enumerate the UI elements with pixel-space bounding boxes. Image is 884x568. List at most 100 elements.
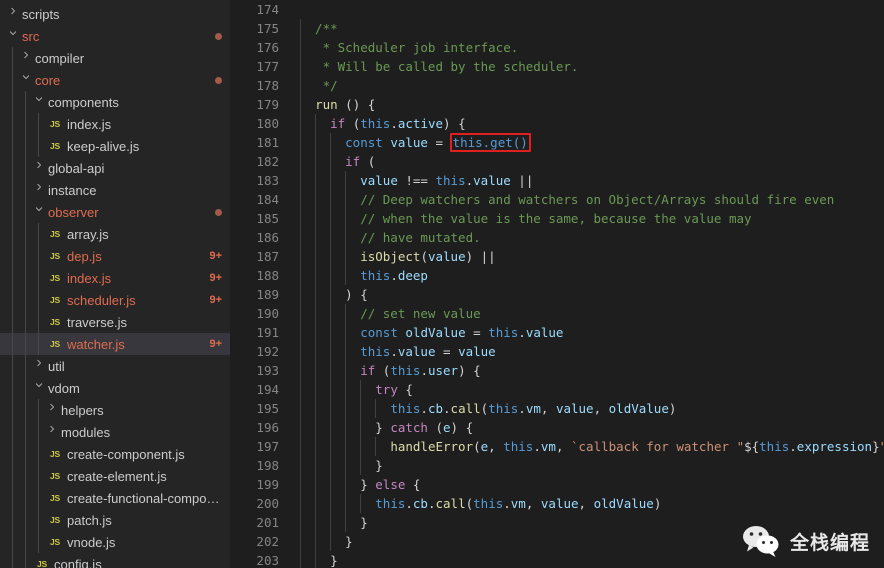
code-token: =	[435, 344, 459, 359]
chevron-down-icon[interactable]	[21, 72, 33, 88]
tree-file-scheduler-js[interactable]: JS scheduler.js 9+	[0, 289, 230, 311]
code-line[interactable]: // when the value is the same, because t…	[300, 209, 884, 228]
code-line[interactable]: this.value = value	[300, 342, 884, 361]
code-line[interactable]: this.cb.call(this.vm, value, oldValue)	[300, 399, 884, 418]
chevron-right-icon[interactable]	[34, 182, 46, 198]
chevron-right-icon[interactable]	[47, 424, 59, 440]
code-line[interactable]: handleError(e, this.vm, `callback for wa…	[300, 437, 884, 456]
tree-folder-util[interactable]: util	[0, 355, 230, 377]
tree-file-watcher-js[interactable]: JS watcher.js 9+	[0, 333, 230, 355]
tree-folder-compiler[interactable]: compiler	[0, 47, 230, 69]
chevron-down-icon[interactable]	[34, 380, 46, 396]
code-line[interactable]: /**	[300, 19, 884, 38]
tree-folder-observer[interactable]: observer	[0, 201, 230, 223]
code-token: ,	[593, 401, 609, 416]
code-line[interactable]: * Scheduler job interface.	[300, 38, 884, 57]
chevron-right-icon[interactable]	[21, 50, 33, 66]
tree-folder-scripts[interactable]: scripts	[0, 3, 230, 25]
chevron-right-icon[interactable]	[47, 402, 59, 418]
tree-folder-core[interactable]: core	[0, 69, 230, 91]
code-line[interactable]: */	[300, 76, 884, 95]
fold-gutter[interactable]	[288, 0, 300, 568]
tree-file-create-component-js[interactable]: JS create-component.js	[0, 443, 230, 465]
code-token: cb	[412, 496, 428, 511]
tree-file-index-js[interactable]: JS index.js	[0, 113, 230, 135]
code-line[interactable]: if (	[300, 152, 884, 171]
code-area[interactable]: 174 175 176 177 178 179 180 181 182 183 184 185 186 1…	[230, 0, 884, 568]
code-token: if	[360, 363, 376, 378]
code-token: }	[300, 420, 391, 435]
code-token: `callback for watcher "	[571, 439, 745, 454]
code-line[interactable]: } catch (e) {	[300, 418, 884, 437]
code-line[interactable]: }	[300, 551, 884, 568]
tree-folder-modules[interactable]: modules	[0, 421, 230, 443]
code-token: ,	[540, 401, 556, 416]
tree-item-change-badge: 9+	[209, 338, 222, 350]
tree-item-label: config.js	[54, 556, 102, 568]
code-line-text: }	[300, 534, 353, 549]
chevron-down-icon[interactable]	[34, 204, 46, 220]
line-number: 186	[256, 230, 279, 245]
code-line[interactable]: this.cb.call(this.vm, value, oldValue)	[300, 494, 884, 513]
code-line-text: value !== this.value ||	[300, 173, 533, 188]
line-number: 195	[256, 401, 279, 416]
tree-item-label: vdom	[48, 380, 80, 396]
code-line[interactable]	[300, 0, 884, 19]
code-line[interactable]: ) {	[300, 285, 884, 304]
code-line[interactable]: // Deep watchers and watchers on Object/…	[300, 190, 884, 209]
code-line-text: try {	[300, 382, 413, 397]
code-line[interactable]: const value = this.get()	[300, 133, 884, 152]
code-editor[interactable]: 174 175 176 177 178 179 180 181 182 183 184 185 186 1…	[230, 0, 884, 568]
code-line[interactable]: }	[300, 513, 884, 532]
code-token: ,	[578, 496, 594, 511]
code-token: value	[427, 249, 466, 264]
tree-folder-instance[interactable]: instance	[0, 179, 230, 201]
chevron-right-icon[interactable]	[34, 160, 46, 176]
chevron-right-icon[interactable]	[8, 6, 20, 22]
javascript-file-icon: JS	[50, 317, 60, 327]
tree-folder-helpers[interactable]: helpers	[0, 399, 230, 421]
code-line[interactable]: run () {	[300, 95, 884, 114]
code-line[interactable]: } else {	[300, 475, 884, 494]
tree-file-create-functional-compone-[interactable]: JS create-functional-compone…	[0, 487, 230, 509]
tree-file-config-js[interactable]: JS config.js	[0, 553, 230, 568]
tree-file-create-element-js[interactable]: JS create-element.js	[0, 465, 230, 487]
code-line[interactable]: }	[300, 456, 884, 475]
code-line-text: run () {	[300, 97, 375, 112]
code-line[interactable]: this.deep	[300, 266, 884, 285]
code-line-text: this.deep	[300, 268, 428, 283]
chevron-down-icon[interactable]	[34, 94, 46, 110]
code-line[interactable]: try {	[300, 380, 884, 399]
code-token: // Deep watchers and watchers on Object/…	[300, 192, 835, 207]
code-line-text: */	[300, 78, 338, 93]
line-number: 184	[256, 192, 279, 207]
code-line[interactable]: * Will be called by the scheduler.	[300, 57, 884, 76]
tree-file-index-js[interactable]: JS index.js 9+	[0, 267, 230, 289]
code-token: ) {	[450, 420, 474, 435]
tree-file-keep-alive-js[interactable]: JS keep-alive.js	[0, 135, 230, 157]
code-lines[interactable]: /** * Scheduler job interface. * Will be…	[300, 0, 884, 568]
tree-file-dep-js[interactable]: JS dep.js 9+	[0, 245, 230, 267]
tree-file-patch-js[interactable]: JS patch.js	[0, 509, 230, 531]
code-line[interactable]: const oldValue = this.value	[300, 323, 884, 342]
code-line[interactable]: // set new value	[300, 304, 884, 323]
code-line[interactable]: value !== this.value ||	[300, 171, 884, 190]
tree-folder-vdom[interactable]: vdom	[0, 377, 230, 399]
tree-folder-src[interactable]: src	[0, 25, 230, 47]
tree-file-traverse-js[interactable]: JS traverse.js	[0, 311, 230, 333]
tree-item-label: create-element.js	[67, 468, 167, 484]
code-line[interactable]: if (this.active) {	[300, 114, 884, 133]
code-line[interactable]: if (this.user) {	[300, 361, 884, 380]
code-line[interactable]: }	[300, 532, 884, 551]
tree-file-vnode-js[interactable]: JS vnode.js	[0, 531, 230, 553]
code-line[interactable]: isObject(value) ||	[300, 247, 884, 266]
tree-file-array-js[interactable]: JS array.js	[0, 223, 230, 245]
chevron-right-icon[interactable]	[34, 358, 46, 374]
line-number: 178	[256, 78, 279, 93]
code-line[interactable]: // have mutated.	[300, 228, 884, 247]
tree-folder-components[interactable]: components	[0, 91, 230, 113]
chevron-down-icon[interactable]	[8, 28, 20, 44]
tree-folder-global-api[interactable]: global-api	[0, 157, 230, 179]
code-token: run	[315, 97, 338, 112]
